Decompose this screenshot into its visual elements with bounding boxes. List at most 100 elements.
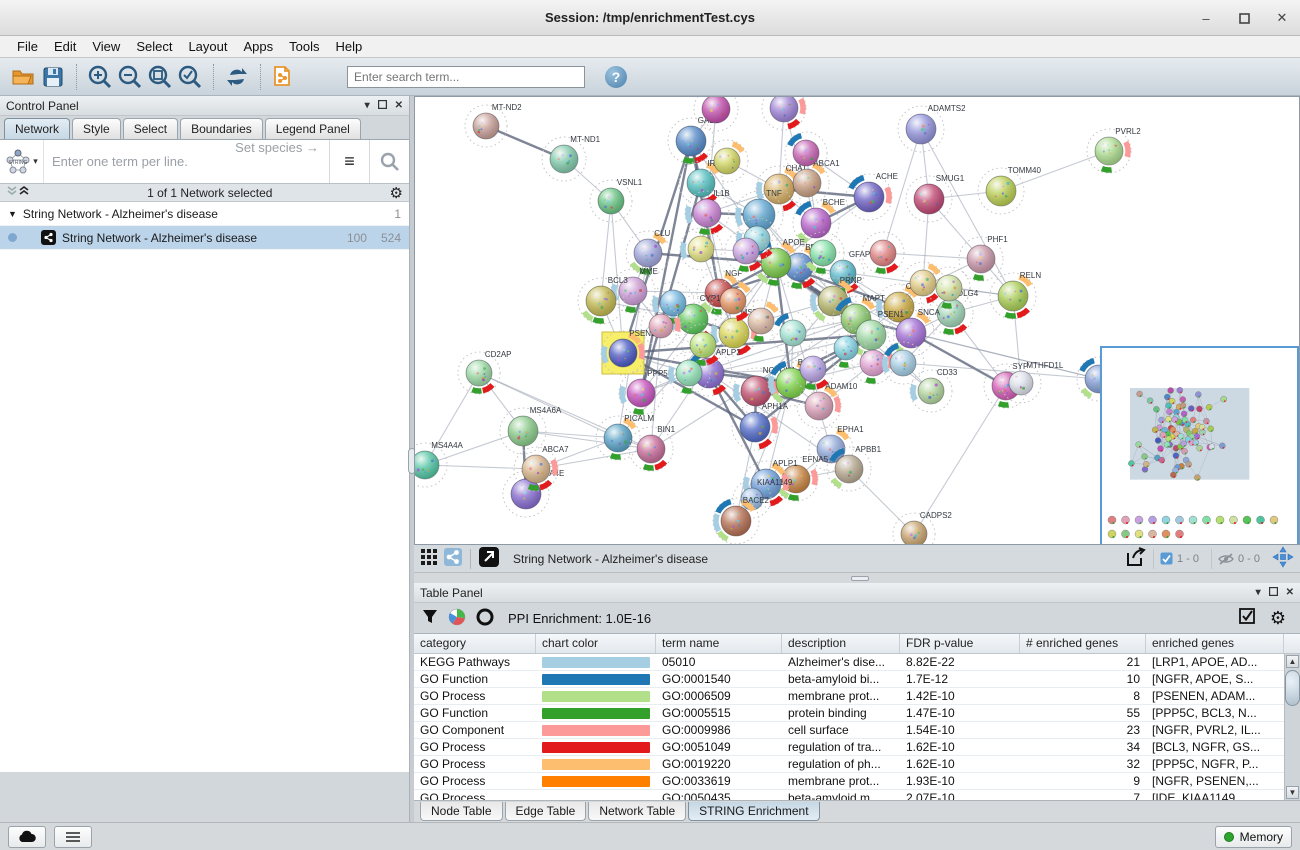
table-row[interactable]: GO ComponentGO:0009986cell surface1.54E-… xyxy=(414,722,1284,739)
network-options-gear-icon[interactable]: ⚙ xyxy=(390,184,403,202)
table-row[interactable]: GO FunctionGO:0005515protein binding1.47… xyxy=(414,705,1284,722)
string-logo-icon[interactable]: STRING ▾ xyxy=(0,140,44,183)
minimize-button[interactable]: – xyxy=(1198,10,1214,26)
cloud-button[interactable] xyxy=(8,826,46,848)
tab-network-table[interactable]: Network Table xyxy=(588,802,686,821)
graph-node-bace2[interactable]: BACE2 xyxy=(713,496,770,544)
memory-button[interactable]: Memory xyxy=(1215,826,1292,848)
menu-apps[interactable]: Apps xyxy=(237,37,281,56)
save-session-icon[interactable] xyxy=(38,62,68,92)
graph-node-ache[interactable]: ACHE xyxy=(846,172,898,220)
table-panel-float-icon[interactable] xyxy=(1269,587,1278,599)
graph-node-adamts2[interactable]: ADAMTS2 xyxy=(898,104,966,152)
graph-node-cadps2[interactable]: CADPS2 xyxy=(893,511,952,544)
graph-node-cd2ap[interactable]: CD2AP xyxy=(458,350,512,394)
graph-node[interactable] xyxy=(762,97,806,130)
graph-node-reln[interactable]: RELN xyxy=(990,271,1041,319)
panel-float-icon[interactable] xyxy=(378,100,387,112)
string-search-icon[interactable] xyxy=(369,140,409,183)
tab-boundaries[interactable]: Boundaries xyxy=(180,118,263,139)
task-history-button[interactable] xyxy=(54,826,92,848)
column-header-chart-color[interactable]: chart color xyxy=(536,634,656,653)
collection-expander-icon[interactable]: ▼ xyxy=(8,209,17,219)
tab-string-enrichment[interactable]: STRING Enrichment xyxy=(688,802,819,821)
export-network-icon[interactable] xyxy=(1125,547,1147,570)
tab-edge-table[interactable]: Edge Table xyxy=(505,802,587,821)
table-row[interactable]: KEGG Pathways05010Alzheimer's dise...8.8… xyxy=(414,654,1284,671)
menu-edit[interactable]: Edit xyxy=(47,37,83,56)
string-options-menu-icon[interactable]: ≡ xyxy=(329,140,369,183)
open-session-icon[interactable] xyxy=(8,62,38,92)
import-network-icon[interactable] xyxy=(269,62,299,92)
column-header-term-name[interactable]: term name xyxy=(656,634,782,653)
table-row[interactable]: GO ProcessGO:0033619membrane prot...1.93… xyxy=(414,773,1284,790)
panel-close-icon[interactable]: ✕ xyxy=(395,100,403,111)
scroll-up-icon[interactable]: ▲ xyxy=(1286,655,1299,668)
tab-select[interactable]: Select xyxy=(123,118,178,139)
menu-help[interactable]: Help xyxy=(329,37,370,56)
table-vertical-scrollbar[interactable]: ▲ ▼ xyxy=(1284,654,1300,800)
tab-node-table[interactable]: Node Table xyxy=(420,802,503,821)
graph-node-ppp5c[interactable]: PPP5C xyxy=(619,369,674,415)
search-input[interactable] xyxy=(347,66,585,88)
close-button[interactable]: ✕ xyxy=(1274,10,1290,26)
select-columns-icon[interactable] xyxy=(1239,608,1256,628)
graph-node-ms4a4a[interactable]: MS4A4A xyxy=(415,441,464,487)
table-panel-menu-icon[interactable]: ▾ xyxy=(1256,587,1261,598)
menu-select[interactable]: Select xyxy=(129,37,179,56)
menu-layout[interactable]: Layout xyxy=(181,37,234,56)
graph-node-vsnl1[interactable]: VSNL1 xyxy=(590,178,643,222)
graph-node-tomm40[interactable]: TOMM40 xyxy=(978,166,1041,214)
graph-node-mt-nd2[interactable]: MT-ND2 xyxy=(465,103,522,147)
table-row[interactable]: GO ProcessGO:0019220regulation of ph...1… xyxy=(414,756,1284,773)
graph-node-cd33[interactable]: CD33 xyxy=(910,368,958,412)
menu-file[interactable]: File xyxy=(10,37,45,56)
zoom-out-icon[interactable] xyxy=(115,62,145,92)
tab-style[interactable]: Style xyxy=(72,118,121,139)
annotation-mode-icon[interactable] xyxy=(479,547,499,570)
table-row[interactable]: GO ProcessGO:0050435beta-amyloid m...2.0… xyxy=(414,790,1284,800)
string-query-input[interactable]: Enter one term per line. xyxy=(44,140,235,183)
column-header-description[interactable]: description xyxy=(782,634,900,653)
network-canvas[interactable]: MT-ND2MT-ND1VSNL1GAB2ADAMTS2PVRL2IRS1CHA… xyxy=(414,96,1300,545)
collapse-all-icon[interactable] xyxy=(6,185,18,200)
horizontal-splitter-grip[interactable] xyxy=(851,576,869,581)
donut-ring-icon[interactable] xyxy=(476,608,494,629)
grid-view-icon[interactable] xyxy=(420,548,438,569)
table-panel-close-icon[interactable]: ✕ xyxy=(1286,587,1294,598)
horizontal-splitter[interactable] xyxy=(414,573,1300,583)
table-row[interactable]: GO FunctionGO:0001540beta-amyloid bi...1… xyxy=(414,671,1284,688)
tab-legend-panel[interactable]: Legend Panel xyxy=(265,118,361,139)
scrollbar-thumb[interactable] xyxy=(1285,670,1300,706)
scroll-down-icon[interactable]: ▼ xyxy=(1286,786,1299,799)
refresh-network-icon[interactable] xyxy=(222,62,252,92)
column-header-fdr-p-value[interactable]: FDR p-value xyxy=(900,634,1020,653)
birdseye-toggle-icon[interactable] xyxy=(1272,546,1294,571)
column-header--enriched-genes[interactable]: # enriched genes xyxy=(1020,634,1146,653)
table-row[interactable]: GO ProcessGO:0006509membrane prot...1.42… xyxy=(414,688,1284,705)
table-settings-gear-icon[interactable]: ⚙ xyxy=(1270,608,1286,629)
birdseye-view[interactable] xyxy=(1100,346,1299,545)
expand-all-icon[interactable] xyxy=(18,185,30,200)
column-header-enriched-genes[interactable]: enriched genes xyxy=(1146,634,1284,653)
graph-node-mt-nd1[interactable]: MT-ND1 xyxy=(542,135,601,181)
maximize-button[interactable] xyxy=(1236,10,1252,26)
zoom-in-icon[interactable] xyxy=(85,62,115,92)
string-view-icon[interactable] xyxy=(444,548,462,569)
column-header-category[interactable]: category xyxy=(414,634,536,653)
graph-node-pvrl2[interactable]: PVRL2 xyxy=(1087,127,1141,173)
help-icon[interactable]: ? xyxy=(605,66,627,88)
graph-node-smug1[interactable]: SMUG1 xyxy=(906,174,965,222)
network-row[interactable]: String Network - Alzheimer's disease 100… xyxy=(0,226,409,250)
pie-chart-icon[interactable] xyxy=(448,608,466,629)
zoom-fit-icon[interactable] xyxy=(145,62,175,92)
panel-menu-icon[interactable]: ▾ xyxy=(365,100,370,111)
tab-network[interactable]: Network xyxy=(4,118,70,139)
zoom-selected-icon[interactable] xyxy=(175,62,205,92)
graph-node-adam10[interactable]: ADAM10 xyxy=(797,382,858,428)
menu-view[interactable]: View xyxy=(85,37,127,56)
graph-node[interactable] xyxy=(694,97,738,131)
menu-tools[interactable]: Tools xyxy=(282,37,326,56)
filter-icon[interactable] xyxy=(422,609,438,628)
species-hint[interactable]: Set species → xyxy=(235,140,329,183)
